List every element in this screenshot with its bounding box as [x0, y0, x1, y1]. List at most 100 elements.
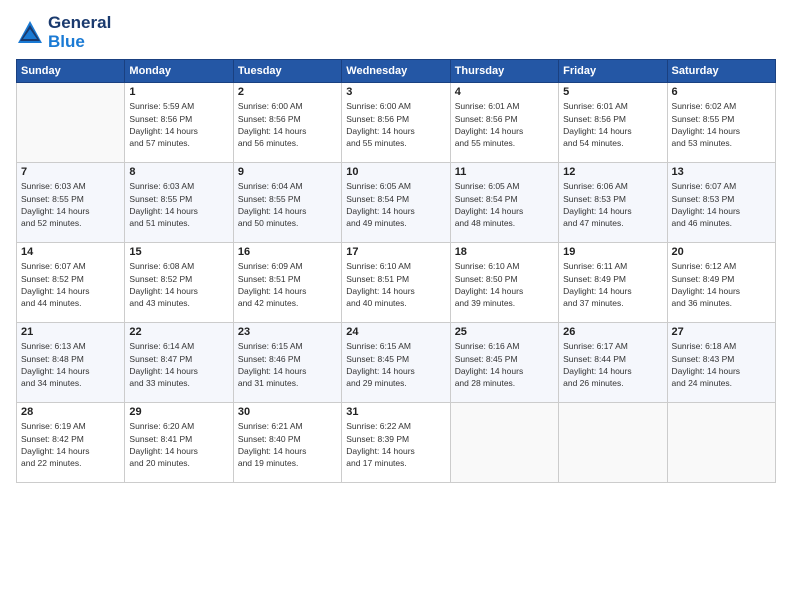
day-number: 26: [563, 326, 662, 338]
day-info: Sunrise: 6:02 AMSunset: 8:55 PMDaylight:…: [672, 100, 771, 149]
day-number: 13: [672, 166, 771, 178]
day-info: Sunrise: 6:19 AMSunset: 8:42 PMDaylight:…: [21, 420, 120, 469]
day-number: 3: [346, 86, 445, 98]
calendar-day-cell: 16 Sunrise: 6:09 AMSunset: 8:51 PMDayligh…: [233, 243, 341, 323]
day-info: Sunrise: 6:15 AMSunset: 8:45 PMDaylight:…: [346, 340, 445, 389]
calendar-day-cell: [450, 403, 558, 483]
weekday-header: Friday: [559, 60, 667, 83]
calendar-day-cell: 10 Sunrise: 6:05 AMSunset: 8:54 PMDayligh…: [342, 163, 450, 243]
calendar-week-row: 28 Sunrise: 6:19 AMSunset: 8:42 PMDayligh…: [17, 403, 776, 483]
day-info: Sunrise: 6:13 AMSunset: 8:48 PMDaylight:…: [21, 340, 120, 389]
day-number: 21: [21, 326, 120, 338]
day-info: Sunrise: 6:21 AMSunset: 8:40 PMDaylight:…: [238, 420, 337, 469]
day-info: Sunrise: 6:20 AMSunset: 8:41 PMDaylight:…: [129, 420, 228, 469]
calendar-day-cell: [667, 403, 775, 483]
weekday-header: Sunday: [17, 60, 125, 83]
day-number: 6: [672, 86, 771, 98]
day-info: Sunrise: 6:04 AMSunset: 8:55 PMDaylight:…: [238, 180, 337, 229]
day-info: Sunrise: 6:11 AMSunset: 8:49 PMDaylight:…: [563, 260, 662, 309]
calendar-day-cell: 24 Sunrise: 6:15 AMSunset: 8:45 PMDayligh…: [342, 323, 450, 403]
calendar-day-cell: 17 Sunrise: 6:10 AMSunset: 8:51 PMDayligh…: [342, 243, 450, 323]
day-info: Sunrise: 6:17 AMSunset: 8:44 PMDaylight:…: [563, 340, 662, 389]
calendar-day-cell: 31Sunrise: 6:22 AMSunset: 8:39 PMDayligh…: [342, 403, 450, 483]
day-info: Sunrise: 6:22 AMSunset: 8:39 PMDaylight:…: [346, 420, 445, 469]
calendar-day-cell: 28 Sunrise: 6:19 AMSunset: 8:42 PMDayligh…: [17, 403, 125, 483]
logo-icon: [16, 19, 44, 47]
calendar-week-row: 14 Sunrise: 6:07 AMSunset: 8:52 PMDayligh…: [17, 243, 776, 323]
day-info: Sunrise: 6:00 AMSunset: 8:56 PMDaylight:…: [238, 100, 337, 149]
day-info: Sunrise: 6:01 AMSunset: 8:56 PMDaylight:…: [455, 100, 554, 149]
weekday-header: Thursday: [450, 60, 558, 83]
day-info: Sunrise: 6:03 AMSunset: 8:55 PMDaylight:…: [21, 180, 120, 229]
calendar-header-row: SundayMondayTuesdayWednesdayThursdayFrid…: [17, 60, 776, 83]
day-number: 22: [129, 326, 228, 338]
day-number: 28: [21, 406, 120, 418]
page: General Blue SundayMondayTuesdayWednesda…: [0, 0, 792, 612]
calendar-week-row: 21 Sunrise: 6:13 AMSunset: 8:48 PMDayligh…: [17, 323, 776, 403]
calendar-week-row: 1 Sunrise: 5:59 AMSunset: 8:56 PMDaylight…: [17, 83, 776, 163]
calendar-day-cell: 29 Sunrise: 6:20 AMSunset: 8:41 PMDayligh…: [125, 403, 233, 483]
calendar-day-cell: 23 Sunrise: 6:15 AMSunset: 8:46 PMDayligh…: [233, 323, 341, 403]
day-number: 11: [455, 166, 554, 178]
calendar-day-cell: 22Sunrise: 6:14 AMSunset: 8:47 PMDayligh…: [125, 323, 233, 403]
calendar-day-cell: 21 Sunrise: 6:13 AMSunset: 8:48 PMDayligh…: [17, 323, 125, 403]
day-number: 4: [455, 86, 554, 98]
day-number: 9: [238, 166, 337, 178]
day-number: 23: [238, 326, 337, 338]
logo: General Blue: [16, 14, 111, 51]
day-number: 5: [563, 86, 662, 98]
calendar-day-cell: 19Sunrise: 6:11 AMSunset: 8:49 PMDayligh…: [559, 243, 667, 323]
calendar-day-cell: 20 Sunrise: 6:12 AMSunset: 8:49 PMDayligh…: [667, 243, 775, 323]
day-info: Sunrise: 6:10 AMSunset: 8:50 PMDaylight:…: [455, 260, 554, 309]
day-number: 24: [346, 326, 445, 338]
day-number: 25: [455, 326, 554, 338]
day-info: Sunrise: 6:05 AMSunset: 8:54 PMDaylight:…: [455, 180, 554, 229]
day-number: 30: [238, 406, 337, 418]
day-number: 14: [21, 246, 120, 258]
day-number: 16: [238, 246, 337, 258]
logo-text: General Blue: [48, 14, 111, 51]
calendar-day-cell: 13 Sunrise: 6:07 AMSunset: 8:53 PMDayligh…: [667, 163, 775, 243]
day-number: 27: [672, 326, 771, 338]
day-info: Sunrise: 6:07 AMSunset: 8:53 PMDaylight:…: [672, 180, 771, 229]
calendar-day-cell: 25 Sunrise: 6:16 AMSunset: 8:45 PMDayligh…: [450, 323, 558, 403]
calendar-day-cell: 1 Sunrise: 5:59 AMSunset: 8:56 PMDaylight…: [125, 83, 233, 163]
day-number: 20: [672, 246, 771, 258]
day-number: 7: [21, 166, 120, 178]
day-info: Sunrise: 5:59 AMSunset: 8:56 PMDaylight:…: [129, 100, 228, 149]
calendar-day-cell: 5Sunrise: 6:01 AMSunset: 8:56 PMDaylight…: [559, 83, 667, 163]
calendar-day-cell: [17, 83, 125, 163]
day-info: Sunrise: 6:12 AMSunset: 8:49 PMDaylight:…: [672, 260, 771, 309]
day-number: 12: [563, 166, 662, 178]
calendar-day-cell: 18 Sunrise: 6:10 AMSunset: 8:50 PMDayligh…: [450, 243, 558, 323]
day-info: Sunrise: 6:07 AMSunset: 8:52 PMDaylight:…: [21, 260, 120, 309]
day-info: Sunrise: 6:03 AMSunset: 8:55 PMDaylight:…: [129, 180, 228, 229]
calendar-day-cell: 12 Sunrise: 6:06 AMSunset: 8:53 PMDayligh…: [559, 163, 667, 243]
calendar-day-cell: 7 Sunrise: 6:03 AMSunset: 8:55 PMDaylight…: [17, 163, 125, 243]
calendar-day-cell: 11 Sunrise: 6:05 AMSunset: 8:54 PMDayligh…: [450, 163, 558, 243]
calendar-day-cell: [559, 403, 667, 483]
calendar-day-cell: 2Sunrise: 6:00 AMSunset: 8:56 PMDaylight…: [233, 83, 341, 163]
day-info: Sunrise: 6:06 AMSunset: 8:53 PMDaylight:…: [563, 180, 662, 229]
weekday-header: Monday: [125, 60, 233, 83]
day-number: 18: [455, 246, 554, 258]
day-number: 29: [129, 406, 228, 418]
day-info: Sunrise: 6:16 AMSunset: 8:45 PMDaylight:…: [455, 340, 554, 389]
day-info: Sunrise: 6:15 AMSunset: 8:46 PMDaylight:…: [238, 340, 337, 389]
calendar-table: SundayMondayTuesdayWednesdayThursdayFrid…: [16, 59, 776, 483]
day-info: Sunrise: 6:08 AMSunset: 8:52 PMDaylight:…: [129, 260, 228, 309]
day-info: Sunrise: 6:09 AMSunset: 8:51 PMDaylight:…: [238, 260, 337, 309]
calendar-day-cell: 8Sunrise: 6:03 AMSunset: 8:55 PMDaylight…: [125, 163, 233, 243]
day-info: Sunrise: 6:05 AMSunset: 8:54 PMDaylight:…: [346, 180, 445, 229]
weekday-header: Saturday: [667, 60, 775, 83]
day-number: 15: [129, 246, 228, 258]
weekday-header: Wednesday: [342, 60, 450, 83]
calendar-day-cell: 15 Sunrise: 6:08 AMSunset: 8:52 PMDayligh…: [125, 243, 233, 323]
calendar-day-cell: 4 Sunrise: 6:01 AMSunset: 8:56 PMDaylight…: [450, 83, 558, 163]
calendar-day-cell: 26 Sunrise: 6:17 AMSunset: 8:44 PMDayligh…: [559, 323, 667, 403]
day-number: 10: [346, 166, 445, 178]
day-number: 17: [346, 246, 445, 258]
day-info: Sunrise: 6:00 AMSunset: 8:56 PMDaylight:…: [346, 100, 445, 149]
day-number: 1: [129, 86, 228, 98]
day-info: Sunrise: 6:10 AMSunset: 8:51 PMDaylight:…: [346, 260, 445, 309]
